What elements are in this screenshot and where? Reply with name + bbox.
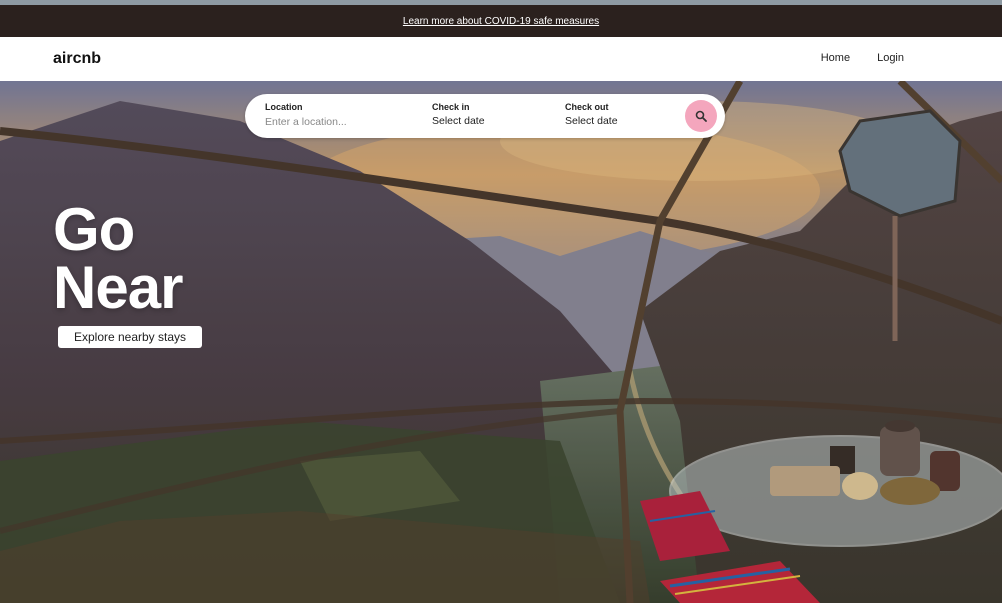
location-field[interactable]: Location [265, 102, 405, 130]
logo[interactable]: aircnb [53, 50, 101, 68]
nav-home-link[interactable]: Home [821, 52, 850, 64]
checkout-label: Check out [565, 102, 609, 112]
nav-links: Home Login [821, 52, 904, 64]
checkout-value[interactable]: Select date [565, 115, 618, 127]
checkout-field[interactable]: Check out Select date [565, 102, 618, 127]
covid-banner: Learn more about COVID-19 safe measures [0, 5, 1002, 37]
search-icon [695, 110, 707, 122]
explore-nearby-button[interactable]: Explore nearby stays [58, 326, 202, 348]
checkin-value[interactable]: Select date [432, 115, 485, 127]
search-button[interactable] [685, 100, 717, 132]
navbar: aircnb Home Login [0, 37, 1002, 81]
hero-section: Location Check in Select date Check out … [0, 81, 1002, 603]
covid-info-link[interactable]: Learn more about COVID-19 safe measures [403, 16, 599, 27]
hero-headline: Go Near [53, 196, 183, 321]
search-bar: Location Check in Select date Check out … [245, 94, 725, 138]
headline-line-1: Go [53, 196, 135, 263]
checkin-field[interactable]: Check in Select date [432, 102, 485, 127]
location-input[interactable] [265, 116, 405, 128]
nav-login-link[interactable]: Login [877, 52, 904, 64]
checkin-label: Check in [432, 102, 470, 112]
headline-line-2: Near [53, 254, 183, 321]
location-label: Location [265, 102, 303, 112]
